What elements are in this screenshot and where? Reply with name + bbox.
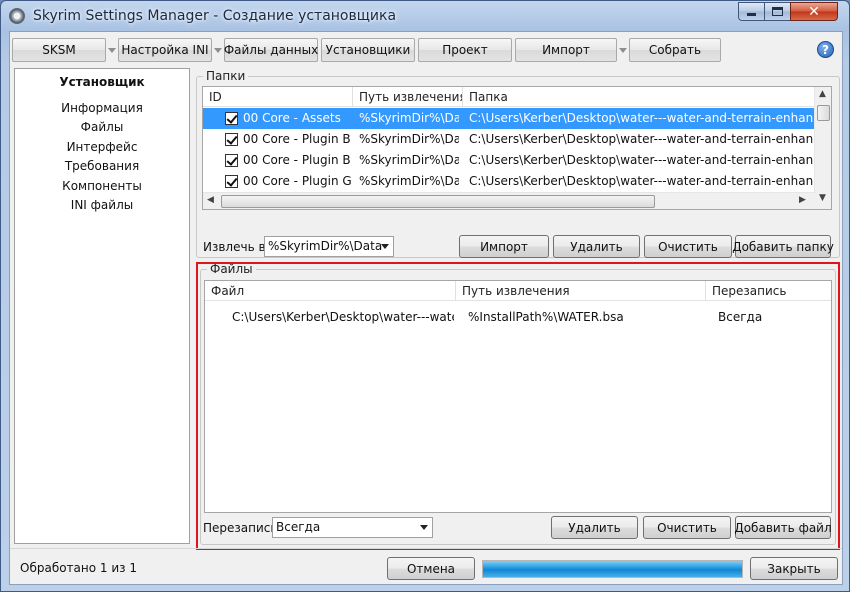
clear-folders-button[interactable]: Очистить bbox=[644, 235, 732, 258]
main-toolbar: SKSM Настройка INI Файлы данных Установщ… bbox=[12, 37, 840, 63]
folder-extract-path: %SkyrimDir%\Data bbox=[359, 174, 459, 188]
nav-item-interface[interactable]: Интерфейс bbox=[15, 138, 189, 158]
maximize-icon bbox=[772, 7, 783, 16]
folders-col-path[interactable]: Путь извлечения bbox=[353, 87, 463, 107]
folder-source-path: C:\Users\Kerber\Desktop\water---water-an… bbox=[469, 153, 814, 167]
import-folder-button[interactable]: Импорт bbox=[459, 235, 549, 258]
toolbar-data-files[interactable]: Файлы данных bbox=[224, 38, 318, 62]
folder-id: 00 Core - Assets bbox=[243, 111, 341, 125]
chevron-down-icon bbox=[108, 47, 116, 53]
extract-to-label: Извлечь в: bbox=[203, 240, 270, 254]
folder-source-path: C:\Users\Kerber\Desktop\water---water-an… bbox=[469, 132, 814, 146]
app-window: Skyrim Settings Manager - Создание устан… bbox=[0, 0, 850, 592]
scroll-thumb[interactable] bbox=[817, 105, 830, 121]
scroll-thumb[interactable] bbox=[221, 195, 655, 208]
folders-list-header: ID Путь извлечения Папка bbox=[203, 87, 831, 107]
folder-checkbox[interactable] bbox=[225, 133, 238, 146]
toolbar-dropdown-arrow[interactable] bbox=[212, 38, 224, 62]
toolbar-sksm[interactable]: SKSM bbox=[12, 38, 106, 62]
toolbar-build[interactable]: Собрать bbox=[629, 38, 721, 62]
close-icon: ✕ bbox=[808, 3, 820, 20]
folder-extract-path: %SkyrimDir%\Data bbox=[359, 153, 459, 167]
app-icon bbox=[9, 8, 25, 24]
progress-bar bbox=[482, 560, 743, 578]
nav-item-info[interactable]: Информация bbox=[15, 99, 189, 119]
folder-extract-path: %SkyrimDir%\Data bbox=[359, 111, 459, 125]
toolbar-import[interactable]: Импорт bbox=[515, 38, 617, 62]
folder-row[interactable]: 00 Core - Plugin Blue %SkyrimDir%\Data C:\… bbox=[203, 129, 831, 150]
cancel-button[interactable]: Отмена bbox=[387, 557, 475, 580]
progress-fill bbox=[483, 561, 742, 577]
title-bar[interactable]: Skyrim Settings Manager - Создание устан… bbox=[1, 1, 849, 31]
chevron-down-icon bbox=[619, 47, 627, 53]
close-window-button[interactable]: ✕ bbox=[790, 2, 838, 21]
folders-col-folder[interactable]: Папка bbox=[463, 87, 816, 107]
toolbar-ini-settings[interactable]: Настройка INI bbox=[118, 38, 212, 62]
nav-item-ini-files[interactable]: INI файлы bbox=[15, 196, 189, 216]
highlight-frame bbox=[196, 262, 840, 550]
status-bar: Обработано 1 из 1 Отмена Закрыть bbox=[10, 548, 842, 584]
folders-col-id[interactable]: ID bbox=[203, 87, 353, 107]
extract-to-value: %SkyrimDir%\Data bbox=[268, 239, 383, 253]
status-text: Обработано 1 из 1 bbox=[20, 561, 137, 575]
folder-extract-path: %SkyrimDir%\Data bbox=[359, 132, 459, 146]
folder-row[interactable]: 00 Core - Plugin Blu... %SkyrimDir%\Data C… bbox=[203, 150, 831, 171]
installer-nav: Установщик Информация Файлы Интерфейс Тр… bbox=[14, 68, 190, 544]
close-button[interactable]: Закрыть bbox=[750, 557, 838, 580]
folder-row[interactable]: 00 Core - Plugin Gre... %SkyrimDir%\Data C… bbox=[203, 171, 831, 192]
folder-id: 00 Core - Plugin Gre... bbox=[243, 174, 351, 188]
minimize-icon bbox=[747, 13, 756, 16]
toolbar-project[interactable]: Проект bbox=[418, 38, 512, 62]
folder-checkbox[interactable] bbox=[225, 175, 238, 188]
chevron-down-icon bbox=[214, 47, 222, 53]
toolbar-dropdown-arrow[interactable] bbox=[106, 38, 118, 62]
folders-horizontal-scrollbar[interactable]: ◀ ▶ bbox=[203, 192, 815, 209]
window-title: Skyrim Settings Manager - Создание устан… bbox=[33, 8, 397, 24]
folder-id: 00 Core - Plugin Blu... bbox=[243, 153, 351, 167]
folders-group-label: Папки bbox=[203, 69, 249, 83]
toolbar-dropdown-arrow[interactable] bbox=[617, 38, 629, 62]
folder-row[interactable]: 00 Core - Assets %SkyrimDir%\Data C:\Users… bbox=[203, 108, 831, 129]
folder-checkbox[interactable] bbox=[225, 112, 238, 125]
client-area: SKSM Настройка INI Файлы данных Установщ… bbox=[9, 31, 843, 585]
folder-source-path: C:\Users\Kerber\Desktop\water---water-an… bbox=[469, 174, 814, 188]
folder-id: 00 Core - Plugin Blue bbox=[243, 132, 351, 146]
add-folder-button[interactable]: Добавить папку bbox=[732, 235, 834, 258]
scroll-down-icon[interactable]: ▼ bbox=[819, 193, 826, 203]
scroll-up-icon[interactable]: ▲ bbox=[819, 89, 826, 99]
nav-item-files[interactable]: Файлы bbox=[15, 118, 189, 138]
delete-folder-button[interactable]: Удалить bbox=[553, 235, 640, 258]
maximize-button[interactable] bbox=[764, 2, 791, 21]
scroll-right-icon[interactable]: ▶ bbox=[799, 195, 806, 205]
folder-checkbox[interactable] bbox=[225, 154, 238, 167]
minimize-button[interactable] bbox=[738, 2, 765, 21]
extract-to-select[interactable]: %SkyrimDir%\Data bbox=[264, 236, 394, 257]
folders-vertical-scrollbar[interactable]: ▲ ▼ bbox=[814, 87, 831, 209]
toolbar-installers[interactable]: Установщики bbox=[321, 38, 415, 62]
nav-header[interactable]: Установщик bbox=[15, 73, 189, 93]
folder-source-path: C:\Users\Kerber\Desktop\water---water-an… bbox=[469, 111, 814, 125]
folders-list[interactable]: ID Путь извлечения Папка 00 Core - Asset… bbox=[202, 86, 832, 210]
chevron-down-icon bbox=[377, 237, 393, 256]
nav-item-components[interactable]: Компоненты bbox=[15, 177, 189, 197]
scroll-left-icon[interactable]: ◀ bbox=[207, 195, 214, 205]
help-icon[interactable]: ? bbox=[817, 41, 834, 58]
nav-item-requirements[interactable]: Требования bbox=[15, 157, 189, 177]
